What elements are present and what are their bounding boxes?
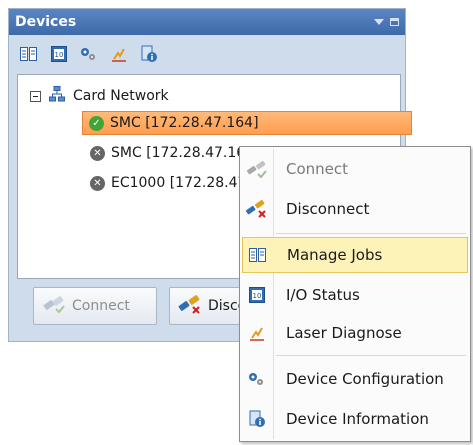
menu-item-manage-jobs[interactable]: Manage Jobs — [242, 237, 468, 273]
io-status-icon[interactable]: 10 — [47, 42, 71, 66]
connect-plug-icon — [242, 159, 272, 179]
menu-item-device-configuration[interactable]: Device Configuration — [242, 361, 468, 397]
laser-diagnose-icon — [242, 325, 272, 341]
panel-toolbar: 10 — [17, 40, 161, 68]
menu-item-disconnect[interactable]: Disconnect — [242, 191, 468, 227]
device-configuration-icon — [242, 371, 272, 387]
panel-title: Devices — [15, 14, 77, 30]
menu-item-laser-diagnose[interactable]: Laser Diagnose — [242, 315, 468, 351]
connect-button[interactable]: Connect — [33, 287, 157, 325]
collapse-icon[interactable] — [30, 90, 41, 102]
laser-diagnose-icon[interactable] — [107, 42, 131, 66]
connected-check-icon: ✓ — [89, 115, 104, 131]
disconnected-x-icon: ✕ — [90, 145, 105, 161]
tree-root-card-network[interactable]: Card Network — [30, 84, 169, 108]
tree-root-label: Card Network — [73, 88, 169, 104]
panel-dropdown-icon[interactable] — [374, 19, 384, 25]
device-label: SMC [172.28.47.164] — [110, 115, 259, 131]
menu-separator — [276, 233, 466, 234]
device-configuration-icon[interactable] — [77, 42, 101, 66]
network-icon — [49, 86, 65, 106]
panel-header: Devices — [9, 9, 405, 35]
manage-jobs-icon — [243, 247, 273, 263]
io-status-icon: 10 — [242, 287, 272, 303]
connect-plug-icon — [42, 294, 66, 318]
svg-text:10: 10 — [253, 292, 262, 300]
connect-button-label: Connect — [72, 298, 130, 314]
manage-jobs-icon[interactable] — [17, 42, 41, 66]
disconnect-plug-icon — [178, 294, 202, 318]
panel-maximize-icon[interactable] — [390, 18, 399, 26]
menu-item-io-status[interactable]: 10 I/O Status — [242, 277, 468, 313]
device-information-icon[interactable] — [137, 42, 161, 66]
menu-item-device-information[interactable]: Device Information — [242, 401, 468, 437]
disconnected-x-icon: ✕ — [90, 175, 105, 191]
device-label: SMC [172.28.47.165] — [111, 145, 260, 161]
tree-node-device[interactable]: ✓ SMC [172.28.47.164] — [82, 111, 412, 135]
svg-text:10: 10 — [55, 51, 64, 59]
menu-separator — [276, 355, 466, 356]
disconnect-plug-icon — [242, 199, 272, 219]
device-information-icon — [242, 410, 272, 428]
menu-item-connect[interactable]: Connect — [242, 151, 468, 187]
context-menu: Connect Disconnect Manage Jobs 10 I/O St… — [239, 146, 471, 442]
